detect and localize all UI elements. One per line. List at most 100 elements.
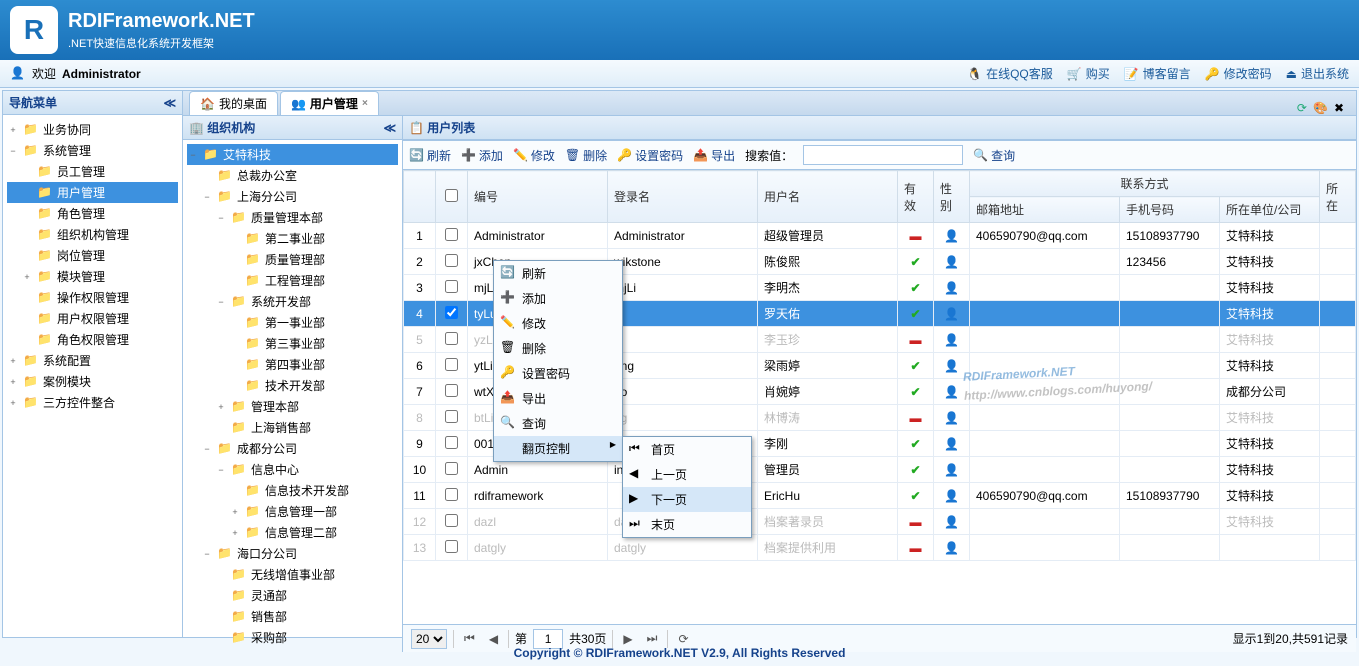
export-button[interactable]: 📤导出 — [693, 147, 735, 164]
table-row[interactable]: 11rdiframeworkEricHu✔👤406590790@qq.com15… — [404, 483, 1356, 509]
row-checkbox[interactable] — [445, 384, 458, 397]
tree-item[interactable]: +📁系统配置 — [7, 350, 178, 371]
col-dept[interactable]: 所在 — [1320, 171, 1356, 223]
tree-item[interactable]: 📁操作权限管理 — [7, 287, 178, 308]
checkbox-all[interactable] — [445, 189, 458, 202]
col-name[interactable]: 用户名 — [758, 171, 898, 223]
tree-item[interactable]: 📁第一事业部 — [187, 312, 398, 333]
tree-item[interactable]: −📁系统开发部 — [187, 291, 398, 312]
tree-item[interactable]: 📁员工管理 — [7, 161, 178, 182]
row-checkbox[interactable] — [445, 410, 458, 423]
table-row[interactable]: 13datglydatgly档案提供利用▬👤 — [404, 535, 1356, 561]
col-valid[interactable]: 有效 — [898, 171, 934, 223]
tree-item[interactable]: −📁艾特科技 — [187, 144, 398, 165]
refresh-tabs-icon[interactable]: ⟳ — [1297, 101, 1307, 115]
tree-toggle-icon[interactable]: − — [201, 444, 213, 454]
tree-item[interactable]: −📁质量管理本部 — [187, 207, 398, 228]
tree-item[interactable]: +📁三方控件整合 — [7, 392, 178, 413]
tree-item[interactable]: 📁第二事业部 — [187, 228, 398, 249]
ctx-edit[interactable]: ✏️修改 — [494, 311, 622, 336]
tree-toggle-icon[interactable]: + — [7, 356, 19, 366]
tree-toggle-icon[interactable]: − — [215, 465, 227, 475]
tree-item[interactable]: 📁技术开发部 — [187, 375, 398, 396]
tree-item[interactable]: +📁信息管理一部 — [187, 501, 398, 522]
org-tree[interactable]: −📁艾特科技📁总裁办公室−📁上海分公司−📁质量管理本部📁第二事业部📁质量管理部📁… — [183, 140, 402, 652]
tree-item[interactable]: 📁灵通部 — [187, 585, 398, 606]
blog-link[interactable]: 📝博客留言 — [1124, 65, 1191, 82]
row-checkbox[interactable] — [445, 488, 458, 501]
ctx-refresh[interactable]: 🔄刷新 — [494, 261, 622, 286]
table-row[interactable]: 12dazldazl档案著录员▬👤艾特科技 — [404, 509, 1356, 535]
tree-item[interactable]: −📁信息中心 — [187, 459, 398, 480]
tree-item[interactable]: −📁系统管理 — [7, 140, 178, 161]
col-email[interactable]: 邮箱地址 — [970, 197, 1120, 223]
tree-item[interactable]: 📁总裁办公室 — [187, 165, 398, 186]
ctx-add[interactable]: ➕添加 — [494, 286, 622, 311]
close-all-icon[interactable]: ✖ — [1334, 101, 1344, 115]
tree-toggle-icon[interactable]: − — [201, 549, 213, 559]
search-button[interactable]: 🔍查询 — [973, 147, 1015, 164]
ctx-next[interactable]: ▶下一页 — [623, 487, 751, 512]
col-login[interactable]: 登录名 — [608, 171, 758, 223]
setpwd-button[interactable]: 🔑设置密码 — [617, 147, 683, 164]
context-submenu[interactable]: ⏮首页 ◀上一页 ▶下一页 ⏭末页 — [622, 436, 752, 538]
row-checkbox[interactable] — [445, 228, 458, 241]
next-page-button[interactable]: ▶ — [619, 632, 636, 646]
tree-toggle-icon[interactable]: − — [7, 146, 19, 156]
row-checkbox[interactable] — [445, 514, 458, 527]
tree-item[interactable]: 📁销售部 — [187, 606, 398, 627]
password-link[interactable]: 🔑修改密码 — [1205, 65, 1272, 82]
tree-item[interactable]: +📁管理本部 — [187, 396, 398, 417]
tree-item[interactable]: 📁第四事业部 — [187, 354, 398, 375]
ctx-search[interactable]: 🔍查询 — [494, 411, 622, 436]
collapse-icon[interactable]: ≪ — [163, 96, 176, 110]
tree-item[interactable]: 📁角色权限管理 — [7, 329, 178, 350]
table-row[interactable]: 1AdministratorAdministrator超级管理员▬👤406590… — [404, 223, 1356, 249]
tree-toggle-icon[interactable]: − — [187, 150, 199, 160]
tree-item[interactable]: 📁用户管理 — [7, 182, 178, 203]
edit-button[interactable]: ✏️修改 — [513, 147, 555, 164]
tree-toggle-icon[interactable]: − — [215, 297, 227, 307]
ctx-prev[interactable]: ◀上一页 — [623, 462, 751, 487]
tree-item[interactable]: 📁质量管理部 — [187, 249, 398, 270]
tree-item[interactable]: 📁工程管理部 — [187, 270, 398, 291]
row-checkbox[interactable] — [445, 436, 458, 449]
row-checkbox[interactable] — [445, 306, 458, 319]
tree-item[interactable]: −📁上海分公司 — [187, 186, 398, 207]
tree-toggle-icon[interactable]: − — [201, 192, 213, 202]
tree-toggle-icon[interactable]: + — [7, 377, 19, 387]
tree-item[interactable]: 📁岗位管理 — [7, 245, 178, 266]
qq-link[interactable]: 🐧在线QQ客服 — [967, 65, 1053, 82]
col-gender[interactable]: 性别 — [934, 171, 970, 223]
row-checkbox[interactable] — [445, 358, 458, 371]
tree-item[interactable]: 📁用户权限管理 — [7, 308, 178, 329]
search-input[interactable] — [803, 145, 963, 165]
ctx-setpwd[interactable]: 🔑设置密码 — [494, 361, 622, 386]
row-checkbox[interactable] — [445, 254, 458, 267]
tab-users[interactable]: 👥 用户管理 × — [280, 91, 379, 115]
refresh-button[interactable]: 🔄刷新 — [409, 147, 451, 164]
nav-tree[interactable]: +📁业务协同−📁系统管理📁员工管理📁用户管理📁角色管理📁组织机构管理📁岗位管理+… — [3, 115, 182, 637]
first-page-button[interactable]: ⏮ — [460, 631, 479, 646]
col-mobile[interactable]: 手机号码 — [1120, 197, 1220, 223]
pagesize-select[interactable]: 20 — [411, 629, 447, 649]
tree-toggle-icon[interactable]: + — [215, 402, 227, 412]
tree-item[interactable]: +📁信息管理二部 — [187, 522, 398, 543]
tree-toggle-icon[interactable]: + — [7, 398, 19, 408]
tree-item[interactable]: 📁组织机构管理 — [7, 224, 178, 245]
tree-toggle-icon[interactable]: − — [215, 213, 227, 223]
row-checkbox[interactable] — [445, 462, 458, 475]
tree-item[interactable]: 📁角色管理 — [7, 203, 178, 224]
tree-toggle-icon[interactable]: + — [21, 272, 33, 282]
tree-item[interactable]: 📁上海销售部 — [187, 417, 398, 438]
user-grid[interactable]: 编号 登录名 用户名 有效 性别 联系方式 所在 邮箱地址 手机号码 — [403, 170, 1356, 624]
tree-item[interactable]: +📁案例模块 — [7, 371, 178, 392]
ctx-paging[interactable]: 翻页控制 ⏮首页 ◀上一页 ▶下一页 ⏭末页 — [494, 436, 622, 461]
tree-toggle-icon[interactable]: + — [229, 507, 241, 517]
ctx-export[interactable]: 📤导出 — [494, 386, 622, 411]
collapse-icon[interactable]: ≪ — [383, 121, 396, 135]
row-checkbox[interactable] — [445, 280, 458, 293]
tree-toggle-icon[interactable]: + — [229, 528, 241, 538]
ctx-first[interactable]: ⏮首页 — [623, 437, 751, 462]
col-contact-group[interactable]: 联系方式 — [970, 171, 1320, 197]
